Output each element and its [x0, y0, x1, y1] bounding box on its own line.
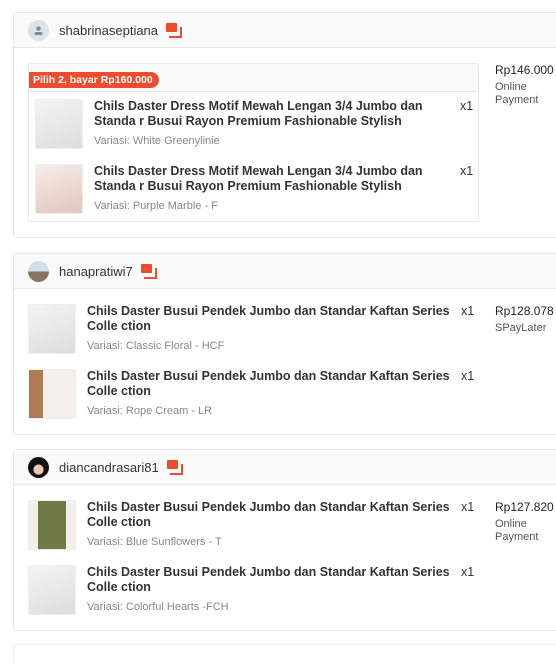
- promo-badge: Pilih 2, bayar Rp160.000: [29, 72, 159, 88]
- product-image[interactable]: [28, 565, 76, 615]
- order-card: [13, 644, 556, 664]
- chat-icon[interactable]: [140, 264, 157, 279]
- product-qty: x1: [460, 164, 474, 178]
- product-image[interactable]: [28, 369, 76, 419]
- payment-method: SPayLater: [495, 322, 547, 334]
- product-qty: x1: [461, 304, 475, 318]
- buyer-username[interactable]: diancandrasari81: [59, 460, 159, 475]
- product-image[interactable]: [35, 99, 83, 149]
- order-card: hanapratiwi7 Chils Daster Busui Pendek J…: [13, 253, 556, 435]
- order-header: diancandrasari81: [14, 450, 556, 485]
- product-variation: Variasi: Rope Cream - LR: [87, 405, 213, 417]
- order-item[interactable]: Chils Daster Dress Motif Mewah Lengan 3/…: [35, 99, 473, 149]
- buyer-username[interactable]: hanapratiwi7: [59, 264, 133, 279]
- buyer-username[interactable]: shabrinaseptiana: [59, 23, 158, 38]
- order-total: Rp127.820: [495, 500, 554, 514]
- order-card: shabrinaseptiana Pilih 2, bayar Rp160.00…: [13, 12, 556, 238]
- product-variation: Variasi: White Greenylinie: [94, 135, 220, 147]
- avatar[interactable]: [28, 260, 49, 282]
- user-icon: [34, 25, 43, 35]
- avatar[interactable]: [28, 19, 49, 41]
- product-title[interactable]: Chils Daster Busui Pendek Jumbo dan Stan…: [87, 565, 457, 595]
- product-title[interactable]: Chils Daster Busui Pendek Jumbo dan Stan…: [87, 304, 457, 334]
- product-image[interactable]: [28, 304, 76, 354]
- product-variation: Variasi: Blue Sunflowers - T: [87, 536, 222, 548]
- order-header: hanapratiwi7: [14, 254, 556, 289]
- chat-icon[interactable]: [166, 23, 183, 38]
- product-variation: Variasi: Colorful Hearts -FCH: [87, 601, 229, 613]
- payment-method: Online Payment: [495, 81, 539, 106]
- order-item[interactable]: Chils Daster Busui Pendek Jumbo dan Stan…: [28, 565, 474, 615]
- payment-method: Online Payment: [495, 518, 539, 543]
- product-qty: x1: [461, 565, 475, 579]
- order-item[interactable]: Chils Daster Dress Motif Mewah Lengan 3/…: [35, 164, 473, 214]
- product-qty: x1: [460, 99, 474, 113]
- product-variation: Variasi: Classic Floral - HCF: [87, 340, 225, 352]
- chat-icon[interactable]: [166, 460, 183, 475]
- product-image[interactable]: [35, 164, 83, 214]
- product-title[interactable]: Chils Daster Dress Motif Mewah Lengan 3/…: [94, 164, 456, 194]
- product-title[interactable]: Chils Daster Busui Pendek Jumbo dan Stan…: [87, 500, 457, 530]
- order-item[interactable]: Chils Daster Busui Pendek Jumbo dan Stan…: [28, 304, 474, 354]
- order-item[interactable]: Chils Daster Busui Pendek Jumbo dan Stan…: [28, 500, 474, 550]
- product-title[interactable]: Chils Daster Dress Motif Mewah Lengan 3/…: [94, 99, 456, 129]
- order-card: diancandrasari81 Chils Daster Busui Pend…: [13, 449, 556, 631]
- order-header: shabrinaseptiana: [14, 13, 556, 48]
- product-title[interactable]: Chils Daster Busui Pendek Jumbo dan Stan…: [87, 369, 457, 399]
- avatar[interactable]: [28, 456, 49, 478]
- product-qty: x1: [461, 500, 475, 514]
- product-image[interactable]: [28, 500, 76, 550]
- order-item[interactable]: Chils Daster Busui Pendek Jumbo dan Stan…: [28, 369, 474, 419]
- order-total: Rp146.000: [495, 63, 554, 77]
- order-total: Rp128.078: [495, 304, 554, 318]
- product-variation: Variasi: Purple Marble - F: [94, 200, 218, 212]
- product-qty: x1: [461, 369, 475, 383]
